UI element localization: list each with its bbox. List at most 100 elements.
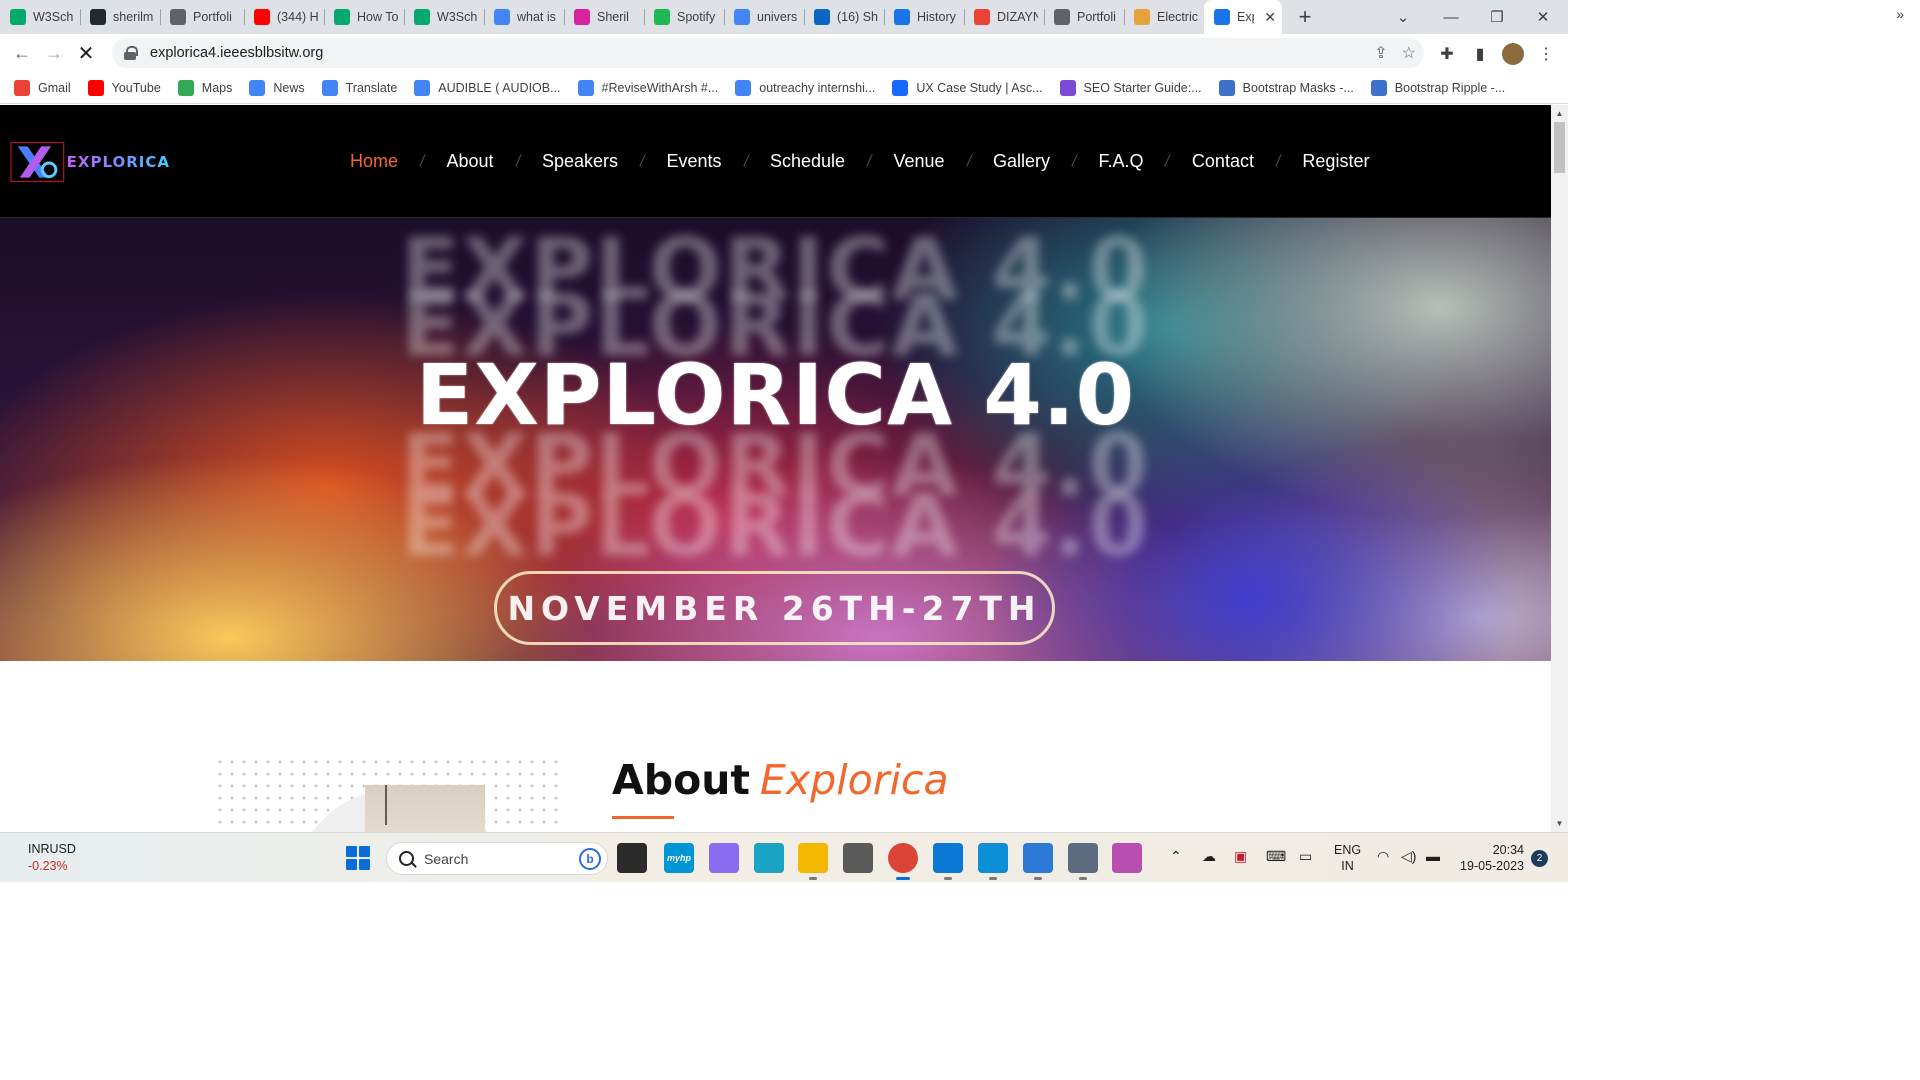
onedrive-icon[interactable]: ☁	[1202, 848, 1216, 865]
nav-item-about[interactable]: About	[446, 151, 493, 172]
restore-button[interactable]: ❐	[1474, 0, 1520, 34]
browser-tab[interactable]: Portfoli	[160, 0, 244, 34]
wifi-icon[interactable]: ◠	[1377, 848, 1389, 865]
camera-icon[interactable]	[843, 843, 873, 873]
nav-item-schedule[interactable]: Schedule	[770, 151, 845, 172]
site-logo[interactable]: EXPLORICA	[10, 139, 170, 185]
w3schools-icon	[10, 9, 26, 25]
page-scrollbar[interactable]: ▲ ▼	[1551, 105, 1568, 832]
gmail-icon	[974, 9, 990, 25]
nav-item-home[interactable]: Home	[350, 151, 398, 172]
address-bar[interactable]: explorica4.ieeesblbsitw.org ⇪ ☆	[112, 38, 1424, 68]
nav-item-faq[interactable]: F.A.Q	[1098, 151, 1143, 172]
browser-tab[interactable]: (16) Sh	[804, 0, 884, 34]
settings-icon[interactable]	[1068, 843, 1098, 880]
bookmark-item[interactable]: YouTube	[87, 79, 161, 96]
stop-loading-icon[interactable]: ✕	[70, 37, 102, 69]
notification-badge[interactable]: 2	[1531, 850, 1548, 867]
battery-icon[interactable]: ▬	[1426, 848, 1440, 864]
alexa-icon[interactable]	[754, 843, 784, 873]
profile-avatar[interactable]	[1499, 40, 1527, 68]
browser-tab[interactable]: what is	[484, 0, 564, 34]
bookmark-item[interactable]: Bootstrap Ripple -...	[1370, 79, 1505, 96]
copilot-icon[interactable]	[709, 843, 739, 873]
extensions-icon[interactable]: ✚	[1433, 40, 1461, 68]
browser-tab[interactable]: univers	[724, 0, 804, 34]
keyboard-icon[interactable]: ⌨	[1266, 848, 1286, 865]
back-icon[interactable]: ←	[6, 37, 38, 69]
bookmark-item[interactable]: UX Case Study | Asc...	[892, 79, 1043, 96]
bookmark-item[interactable]: outreachy internshi...	[735, 79, 875, 96]
hero-title-echo: EXPLORICA 4.0	[400, 476, 1151, 576]
nav-item-gallery[interactable]: Gallery	[993, 151, 1050, 172]
side-panel-icon[interactable]: ▮	[1466, 40, 1494, 68]
page-viewport: EXPLORICA Home / About / Speakers / Events / Sch…	[0, 105, 1551, 832]
browser-tab[interactable]: Exp ✕	[1204, 0, 1282, 34]
browser-tab[interactable]: DIZAYN	[964, 0, 1044, 34]
bookmark-star-icon[interactable]: ☆	[1402, 43, 1416, 63]
notepad-icon[interactable]	[1023, 843, 1053, 880]
bookmark-item[interactable]: News	[249, 79, 305, 96]
language-indicator[interactable]: ENG IN	[1334, 842, 1361, 874]
bookmark-item[interactable]: Translate	[321, 79, 398, 96]
browser-tab[interactable]: History	[884, 0, 964, 34]
browser-tab[interactable]: Portfoli	[1044, 0, 1124, 34]
scrollbar-thumb[interactable]	[1554, 122, 1565, 173]
start-button[interactable]	[346, 846, 370, 870]
app-tray-icon[interactable]: ▣	[1234, 848, 1247, 865]
menu-kebab-icon[interactable]: ⋮	[1532, 40, 1560, 68]
file-explorer-icon[interactable]	[798, 843, 828, 880]
display-icon[interactable]: ▭	[1299, 848, 1312, 865]
tab-title: sherilm	[113, 10, 154, 24]
tab-search-icon[interactable]: ⌄	[1380, 0, 1426, 34]
browser-tab[interactable]: W3Sch	[404, 0, 484, 34]
bookmark-label: Maps	[201, 80, 233, 95]
bing-icon[interactable]: b	[579, 848, 601, 870]
taskbar-search[interactable]: Search b	[386, 842, 608, 875]
close-window-button[interactable]: ✕	[1520, 0, 1566, 34]
task-view-icon[interactable]	[617, 843, 647, 873]
browser-tab[interactable]: Electric	[1124, 0, 1204, 34]
event-date-badge: NOVEMBER 26TH-27TH	[494, 571, 1055, 645]
show-hidden-icons[interactable]: ⌃	[1170, 848, 1182, 865]
nav-item-contact[interactable]: Contact	[1192, 151, 1254, 172]
myhp-icon[interactable]: myhp	[664, 843, 694, 873]
bookmark-item[interactable]: Bootstrap Masks -...	[1218, 79, 1354, 96]
edge-icon[interactable]	[978, 843, 1008, 880]
vscode-icon[interactable]	[933, 843, 963, 880]
url-text[interactable]: explorica4.ieeesblbsitw.org	[150, 45, 323, 61]
volume-icon[interactable]: ◁)	[1401, 848, 1416, 865]
more-bookmarks-icon[interactable]: »	[1896, 6, 1904, 22]
minimize-button[interactable]: —	[1428, 0, 1474, 34]
language-secondary: IN	[1341, 859, 1354, 873]
new-tab-button[interactable]: +	[1290, 2, 1320, 32]
scroll-up-icon[interactable]: ▲	[1551, 105, 1568, 122]
lock-icon[interactable]	[124, 46, 138, 60]
browser-tab[interactable]: sherilm	[80, 0, 160, 34]
browser-tab[interactable]: Spotify	[644, 0, 724, 34]
bookmark-label: Translate	[345, 80, 398, 95]
close-tab-icon[interactable]: ✕	[1264, 9, 1276, 26]
bookmark-item[interactable]: SEO Starter Guide:...	[1059, 79, 1202, 96]
bookmark-item[interactable]: Maps	[177, 79, 233, 96]
browser-tab[interactable]: How To	[324, 0, 404, 34]
browser-tab[interactable]: (344) H	[244, 0, 324, 34]
bookmark-item[interactable]: AUDIBLE ( AUDIOB...	[414, 79, 561, 96]
bookmark-item[interactable]: #ReviseWithArsh #...	[577, 79, 718, 96]
forward-icon[interactable]: →	[38, 37, 70, 69]
scroll-down-icon[interactable]: ▼	[1551, 815, 1568, 832]
store-icon[interactable]	[1112, 843, 1142, 873]
share-icon[interactable]: ⇪	[1374, 43, 1387, 63]
system-clock[interactable]: 20:34 19-05-2023	[1458, 842, 1524, 874]
bookmark-item[interactable]: Gmail	[14, 79, 71, 96]
browser-tab[interactable]: Sheril	[564, 0, 644, 34]
nav-item-speakers[interactable]: Speakers	[542, 151, 618, 172]
nav-separator: /	[514, 152, 522, 170]
nav-item-events[interactable]: Events	[666, 151, 721, 172]
stock-ticker-widget[interactable]: INRUSD -0.23%	[28, 841, 76, 875]
nav-item-register[interactable]: Register	[1302, 151, 1369, 172]
nav-item-venue[interactable]: Venue	[893, 151, 944, 172]
nav-separator: /	[418, 152, 427, 170]
browser-tab[interactable]: W3Sch	[0, 0, 80, 34]
chrome-icon[interactable]	[888, 843, 918, 880]
